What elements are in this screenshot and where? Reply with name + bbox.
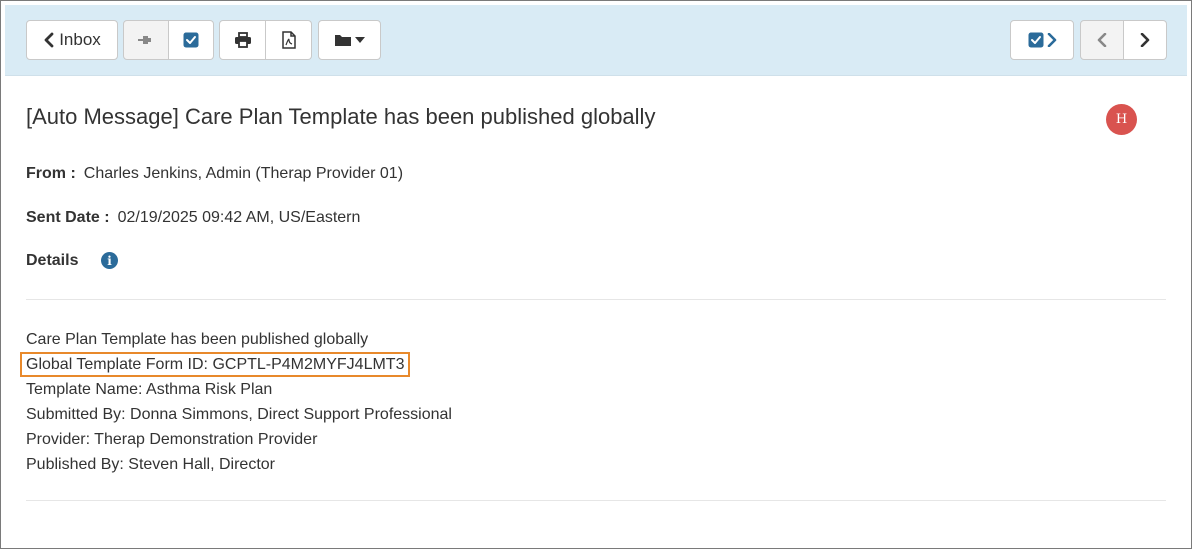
pin-button[interactable] <box>123 20 169 60</box>
message-toolbar: Inbox <box>5 5 1187 76</box>
chevron-left-icon <box>44 32 54 48</box>
next-message-button[interactable] <box>1124 20 1167 60</box>
message-view: Inbox [Auto Message] Care Plan Template … <box>0 0 1192 549</box>
body-line: Template Name: Asthma Risk Plan <box>26 381 273 398</box>
pdf-icon <box>281 31 296 49</box>
divider <box>26 500 1166 501</box>
prev-next-group <box>1080 20 1167 60</box>
previous-message-button[interactable] <box>1080 20 1124 60</box>
inbox-back-button[interactable]: Inbox <box>26 20 118 60</box>
sent-date-row: Sent Date : 02/19/2025 09:42 AM, US/Easte… <box>26 209 360 227</box>
chevron-right-icon <box>1140 33 1150 47</box>
print-pdf-group <box>219 20 312 60</box>
checkbox-checked-icon <box>183 32 199 48</box>
folder-dropdown-button[interactable] <box>318 20 381 60</box>
body-line: Care Plan Template has been published gl… <box>26 331 369 348</box>
checkbox-checked-icon <box>1028 32 1043 48</box>
sent-date-value: 02/19/2025 09:42 AM, US/Eastern <box>117 209 361 226</box>
message-subject: [Auto Message] Care Plan Template has be… <box>26 104 656 129</box>
pin-select-group <box>123 20 214 60</box>
from-value: Charles Jenkins, Admin (Therap Provider … <box>83 165 404 182</box>
check-next-button[interactable] <box>1010 20 1074 60</box>
pin-icon <box>138 36 151 44</box>
from-row: From : Charles Jenkins, Admin (Therap Pro… <box>26 165 403 183</box>
message-body: Care Plan Template has been published gl… <box>20 327 452 477</box>
body-line: Published By: Steven Hall, Director <box>26 456 275 473</box>
highlighted-form-id: Global Template Form ID: GCPTL-P4M2MYFJ4… <box>20 352 411 377</box>
print-icon <box>234 32 251 48</box>
details-label: Details <box>26 252 79 269</box>
chevron-right-icon <box>1047 33 1056 47</box>
info-icon[interactable]: i <box>101 252 118 269</box>
details-row: Details <box>26 252 86 270</box>
avatar[interactable]: H <box>1106 104 1137 135</box>
body-line: Provider: Therap Demonstration Provider <box>26 431 318 448</box>
sent-date-label: Sent Date : <box>26 209 110 226</box>
divider <box>26 299 1166 300</box>
print-button[interactable] <box>219 20 266 60</box>
from-label: From : <box>26 165 76 182</box>
caret-down-icon <box>355 37 365 43</box>
pdf-button[interactable] <box>266 20 312 60</box>
folder-icon <box>335 35 351 46</box>
select-checkbox-button[interactable] <box>169 20 214 60</box>
chevron-left-icon <box>1097 33 1107 47</box>
body-line: Submitted By: Donna Simmons, Direct Supp… <box>26 406 452 423</box>
inbox-label: Inbox <box>59 30 101 49</box>
